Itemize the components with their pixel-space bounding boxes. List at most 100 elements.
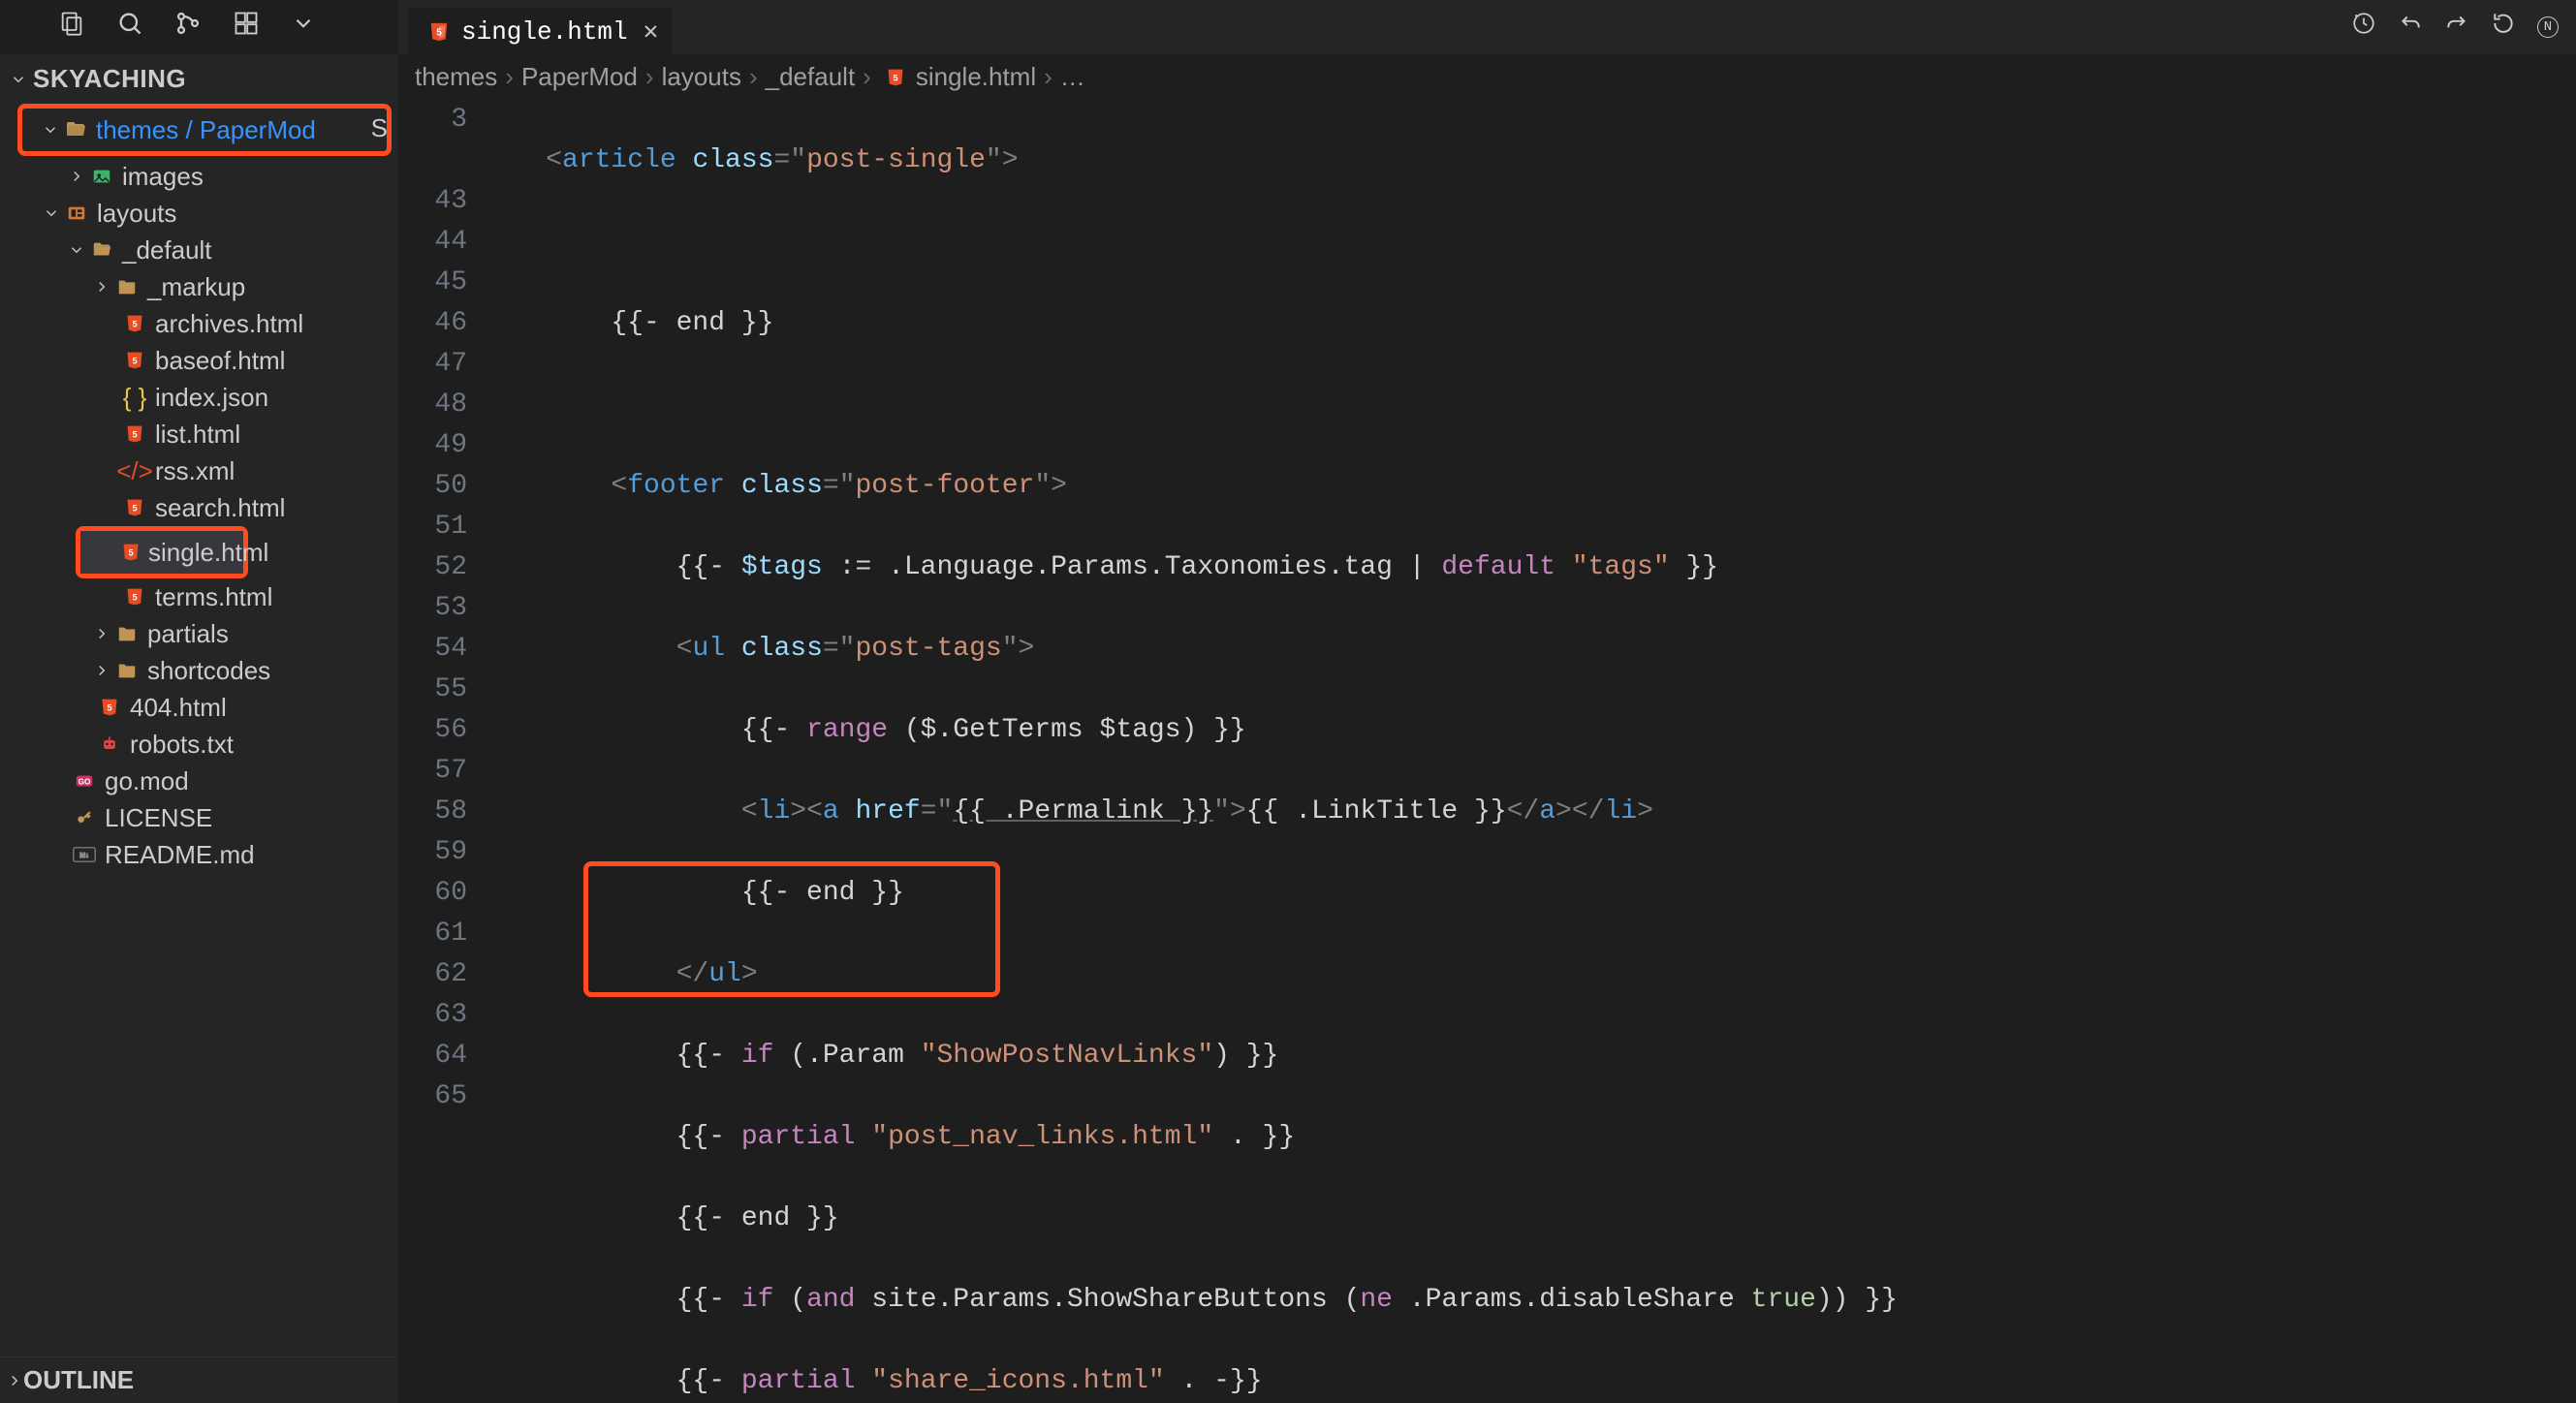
- tree-label: LICENSE: [105, 803, 212, 833]
- html-file-icon: 5: [426, 21, 452, 43]
- activity-bar: [0, 0, 397, 54]
- outline-panel-header[interactable]: OUTLINE: [0, 1356, 397, 1403]
- breadcrumb-item[interactable]: themes: [415, 62, 497, 92]
- tree-label: terms.html: [155, 582, 272, 612]
- tree-label: partials: [147, 619, 229, 649]
- tree-folder-images[interactable]: images: [0, 158, 381, 195]
- timeline-icon[interactable]: [2351, 11, 2376, 44]
- diff-next-icon[interactable]: [2444, 11, 2469, 44]
- html-file-icon: 5: [121, 543, 141, 562]
- editor-title-actions: N: [2351, 0, 2576, 54]
- tree-file-indexjson[interactable]: { } index.json: [0, 379, 397, 416]
- html-file-icon: 5: [122, 314, 147, 333]
- tree-file-robots[interactable]: robots.txt: [0, 726, 397, 763]
- tree-file-404[interactable]: 5 404.html: [0, 689, 397, 726]
- tree-label: go.mod: [105, 766, 189, 796]
- tree-file-rss[interactable]: </> rss.xml: [0, 452, 397, 489]
- tree-folder-partials[interactable]: partials: [0, 615, 397, 652]
- tree-label: README.md: [105, 840, 255, 870]
- folder-icon: [114, 276, 140, 297]
- workspace-header[interactable]: SKYACHING: [0, 54, 397, 104]
- folder-icon: [114, 623, 140, 644]
- chevron-right-icon: [93, 278, 110, 296]
- tree-label: _default: [122, 235, 212, 265]
- folder-icon: [114, 660, 140, 681]
- more-icon[interactable]: N: [2537, 16, 2559, 38]
- html-file-icon: 5: [122, 498, 147, 517]
- chevron-down-icon[interactable]: [291, 11, 316, 44]
- svg-text:M↓: M↓: [79, 851, 89, 859]
- folder-open-icon: [89, 239, 114, 261]
- tree-label: archives.html: [155, 309, 303, 339]
- extensions-icon[interactable]: [233, 10, 260, 45]
- html-file-icon: 5: [122, 351, 147, 370]
- svg-text:5: 5: [128, 547, 133, 557]
- robots-file-icon: [97, 734, 122, 754]
- svg-text:5: 5: [107, 702, 111, 712]
- breadcrumb-item[interactable]: …: [1060, 62, 1085, 92]
- breadcrumb-item[interactable]: single.html: [916, 62, 1036, 92]
- tree-label: single.html: [148, 538, 268, 568]
- tree-file-archives[interactable]: 5 archives.html: [0, 305, 397, 342]
- tree-folder-default[interactable]: _default: [0, 232, 397, 268]
- breadcrumb-item[interactable]: layouts: [662, 62, 741, 92]
- html-file-icon: 5: [122, 424, 147, 444]
- chevron-right-icon: [93, 625, 110, 642]
- git-status-badge: S: [371, 113, 388, 143]
- svg-text:5: 5: [132, 592, 137, 602]
- chevron-down-icon: [42, 121, 59, 139]
- tree-folder-shortcodes[interactable]: shortcodes: [0, 652, 397, 689]
- tree-file-license[interactable]: LICENSE: [0, 799, 397, 836]
- breadcrumb-item[interactable]: PaperMod: [521, 62, 638, 92]
- tree-file-baseof[interactable]: 5 baseof.html: [0, 342, 397, 379]
- tree-file-list[interactable]: 5 list.html: [0, 416, 397, 452]
- tab-single-html[interactable]: 5 single.html ✕: [409, 8, 672, 54]
- tree-label: search.html: [155, 493, 285, 523]
- tree-label: images: [122, 162, 204, 192]
- source-control-icon[interactable]: [174, 10, 202, 45]
- run-loop-icon[interactable]: [2491, 11, 2516, 44]
- tree-label: shortcodes: [147, 656, 270, 686]
- tree-folder-layouts[interactable]: layouts: [0, 195, 397, 232]
- markdown-file-icon: M↓: [72, 847, 97, 862]
- tab-bar: 5 single.html ✕: [397, 0, 2351, 54]
- explorer-icon[interactable]: [58, 10, 85, 45]
- folder-open-icon: [63, 118, 88, 141]
- tree-file-gomod[interactable]: GO go.mod: [0, 763, 397, 799]
- close-icon[interactable]: ✕: [644, 16, 659, 47]
- file-tree: themes / PaperMod S images layouts _defa…: [0, 104, 397, 1356]
- breadcrumb-item[interactable]: _default: [766, 62, 856, 92]
- explorer-sidebar: SKYACHING themes / PaperMod S images lay…: [0, 54, 397, 1403]
- code-editor[interactable]: 3 43 44 45 46 47 48 49 50 51 52 53 54 55…: [397, 100, 2576, 1403]
- xml-file-icon: </>: [122, 456, 147, 486]
- chevron-down-icon: [10, 71, 27, 88]
- tree-file-terms[interactable]: 5 terms.html: [0, 578, 397, 615]
- tree-label: robots.txt: [130, 730, 234, 760]
- line-gutter: 3 43 44 45 46 47 48 49 50 51 52 53 54 55…: [397, 100, 481, 1403]
- breadcrumb[interactable]: themes› PaperMod› layouts› _default› 5 s…: [397, 54, 2576, 100]
- svg-text:GO: GO: [79, 778, 91, 787]
- chevron-right-icon: [68, 168, 85, 185]
- license-file-icon: [72, 808, 97, 827]
- image-folder-icon: [89, 166, 114, 187]
- diff-prev-icon[interactable]: [2398, 11, 2423, 44]
- html-file-icon: 5: [883, 68, 908, 87]
- chevron-right-icon: [6, 1372, 23, 1389]
- svg-text:5: 5: [132, 503, 137, 513]
- tree-folder-themes[interactable]: themes / PaperMod: [22, 109, 387, 151]
- editor-area: themes› PaperMod› layouts› _default› 5 s…: [397, 54, 2576, 1403]
- chevron-right-icon: [93, 662, 110, 679]
- svg-text:5: 5: [132, 319, 137, 328]
- svg-text:5: 5: [132, 356, 137, 365]
- search-icon[interactable]: [116, 10, 143, 45]
- tree-file-single[interactable]: 5 single.html: [80, 531, 243, 574]
- code-content[interactable]: <article class="post-single"> {{- end }}…: [481, 100, 2576, 1403]
- svg-text:5: 5: [893, 73, 897, 82]
- tree-folder-markup[interactable]: _markup: [0, 268, 397, 305]
- tree-file-search[interactable]: 5 search.html: [0, 489, 397, 526]
- tree-label: index.json: [155, 383, 268, 413]
- svg-text:5: 5: [436, 27, 442, 38]
- workspace-name: SKYACHING: [33, 64, 186, 94]
- html-file-icon: 5: [122, 587, 147, 607]
- tree-file-readme[interactable]: M↓ README.md: [0, 836, 397, 873]
